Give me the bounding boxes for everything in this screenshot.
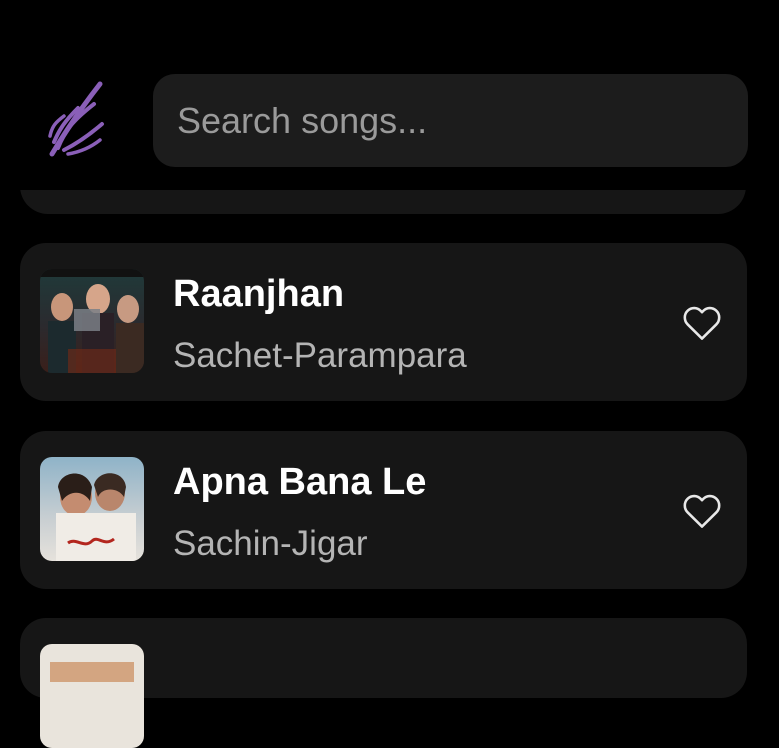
heart-outline-icon[interactable] [680, 301, 724, 345]
search-bar[interactable] [153, 74, 748, 167]
heart-outline-icon[interactable] [680, 489, 724, 533]
album-art [40, 457, 144, 561]
app-logo-icon [44, 78, 108, 160]
album-art [40, 644, 144, 748]
search-input[interactable] [177, 99, 748, 142]
song-artist: Sachin-Jigar [173, 524, 368, 563]
song-title: Apna Bana Le [173, 461, 427, 503]
album-art [40, 269, 144, 373]
song-card-partial-bottom[interactable] [20, 618, 747, 748]
song-title: Raanjhan [173, 273, 345, 315]
song-artist: Sachet-Parampara [173, 336, 467, 375]
song-card[interactable]: Apna Bana Le Sachin-Jigar [20, 431, 747, 589]
song-card[interactable]: Raanjhan Sachet-Parampara [20, 243, 747, 401]
